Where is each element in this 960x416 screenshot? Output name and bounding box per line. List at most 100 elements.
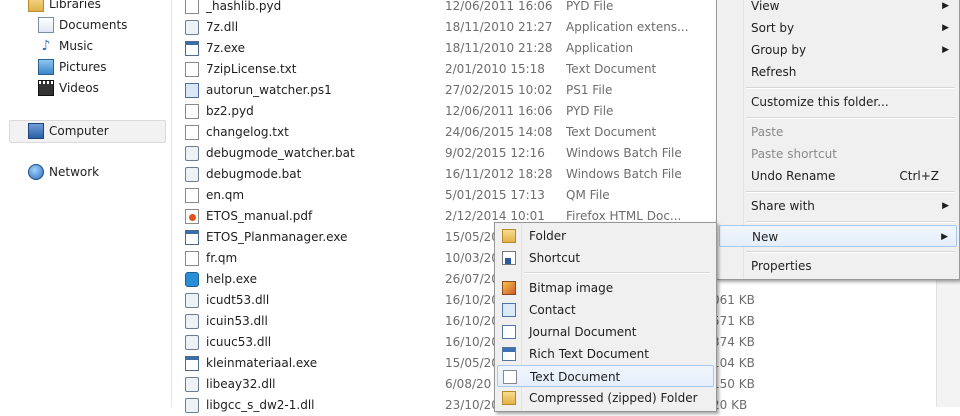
nav-documents[interactable]: Documents xyxy=(38,15,127,36)
libraries-icon xyxy=(28,0,44,12)
file-type: PYD File xyxy=(566,104,614,118)
file-name: 7zipLicense.txt xyxy=(206,62,297,76)
menu-item-label: Rich Text Document xyxy=(529,347,649,361)
file-date: 12/06/2011 16:06 xyxy=(445,0,553,13)
menu-item-view[interactable]: View ▶ xyxy=(719,0,957,17)
nav-documents-label: Documents xyxy=(59,18,128,32)
file-type: Application xyxy=(566,41,634,55)
new-text-document-item[interactable]: Text Document xyxy=(497,365,714,387)
file-name: en.qm xyxy=(206,188,245,202)
new-zip-folder-item[interactable]: Compressed (zipped) Folder xyxy=(497,387,714,409)
menu-item-label: Folder xyxy=(529,229,567,243)
menu-item-label: Bitmap image xyxy=(529,281,614,295)
menu-item-new[interactable]: New ▶ xyxy=(719,225,957,247)
file-name: kleinmateriaal.exe xyxy=(206,356,318,370)
menu-item-label: Share with xyxy=(751,199,815,213)
nav-pictures[interactable]: Pictures xyxy=(38,57,107,78)
file-type: QM File xyxy=(566,188,610,202)
file-name: ETOS_Planmanager.exe xyxy=(206,230,348,244)
nav-music[interactable]: ♪ Music xyxy=(38,36,94,57)
menu-item-label: View xyxy=(751,0,780,13)
menu-item-properties[interactable]: Properties xyxy=(719,255,957,277)
file-date: 18/11/2010 21:28 xyxy=(445,41,553,55)
nav-videos-label: Videos xyxy=(59,81,99,95)
nav-music-label: Music xyxy=(59,39,94,53)
menu-item-sort-by[interactable]: Sort by ▶ xyxy=(719,17,957,39)
nav-network-label: Network xyxy=(49,165,100,179)
menu-item-label: New xyxy=(752,230,779,244)
file-date: 6/08/20 xyxy=(445,377,492,391)
new-journal-item[interactable]: Journal Document xyxy=(497,321,714,343)
menu-item-label: Compressed (zipped) Folder xyxy=(529,391,698,405)
file-name: autorun_watcher.ps1 xyxy=(206,83,332,97)
file-date: 2/01/2010 15:18 xyxy=(445,62,545,76)
dll-icon xyxy=(185,293,199,308)
new-contact-item[interactable]: Contact xyxy=(497,299,714,321)
rich-text-icon xyxy=(502,347,516,361)
text-file-icon xyxy=(185,62,199,77)
file-size: 20 KB xyxy=(712,398,748,412)
file-type: PYD File xyxy=(566,0,614,13)
nav-libraries[interactable]: Libraries xyxy=(28,0,101,15)
file-name: _hashlib.pyd xyxy=(206,0,282,13)
nav-computer[interactable]: Computer xyxy=(9,120,166,143)
vertical-scrollbar[interactable] xyxy=(936,280,960,407)
text-document-icon xyxy=(503,370,517,384)
menu-item-label: Properties xyxy=(751,259,812,273)
dll-icon xyxy=(185,335,199,350)
file-size: 061 KB xyxy=(712,293,755,307)
menu-item-undo-rename[interactable]: Undo Rename Ctrl+Z xyxy=(719,165,957,187)
nav-network[interactable]: Network xyxy=(28,162,99,183)
file-size: 571 KB xyxy=(712,314,755,328)
file-name: libgcc_s_dw2-1.dll xyxy=(206,398,315,412)
computer-icon xyxy=(28,122,44,139)
file-name: bz2.pyd xyxy=(206,104,254,118)
menu-item-group-by[interactable]: Group by ▶ xyxy=(719,39,957,61)
file-date: 23/10/20 xyxy=(445,398,499,412)
menu-item-paste: Paste xyxy=(719,121,957,143)
menu-item-share-with[interactable]: Share with ▶ xyxy=(719,195,957,217)
file-name: 7z.dll xyxy=(206,20,239,34)
bitmap-icon xyxy=(502,281,516,295)
file-date: 27/02/2015 10:02 xyxy=(445,83,553,97)
file-date: 16/10/20 xyxy=(445,314,499,328)
menu-item-label: Refresh xyxy=(751,65,797,79)
file-date: 16/11/2012 18:28 xyxy=(445,167,553,181)
menu-item-label: Shortcut xyxy=(529,251,581,265)
dll-icon xyxy=(185,314,199,329)
exe-icon xyxy=(185,356,199,371)
file-icon xyxy=(185,104,199,119)
shortcut-icon xyxy=(502,251,516,265)
file-type: Text Document xyxy=(566,125,657,139)
nav-pictures-label: Pictures xyxy=(59,60,107,74)
new-shortcut-item[interactable]: Shortcut xyxy=(497,247,714,269)
file-date: 10/03/20 xyxy=(445,251,499,265)
new-folder-item[interactable]: Folder xyxy=(497,225,714,247)
new-rich-text-item[interactable]: Rich Text Document xyxy=(497,343,714,365)
submenu-arrow-icon: ▶ xyxy=(942,201,949,211)
menu-item-customize-folder[interactable]: Customize this folder... xyxy=(719,91,957,113)
menu-separator xyxy=(746,117,955,119)
file-date: 9/02/2015 12:16 xyxy=(445,146,545,160)
menu-item-refresh[interactable]: Refresh xyxy=(719,61,957,83)
file-date: 12/06/2011 16:06 xyxy=(445,104,553,118)
file-date: 15/05/20 xyxy=(445,230,499,244)
menu-item-label: Journal Document xyxy=(529,325,637,339)
menu-item-shortcut: Ctrl+Z xyxy=(899,169,939,183)
navigation-pane: Libraries Documents ♪ Music Pictures Vide… xyxy=(0,0,172,407)
file-size: 374 KB xyxy=(712,335,755,349)
new-bitmap-item[interactable]: Bitmap image xyxy=(497,277,714,299)
submenu-arrow-icon: ▶ xyxy=(942,23,949,33)
file-date: 16/10/20 xyxy=(445,335,499,349)
file-type: Windows Batch File xyxy=(566,146,682,160)
powershell-icon xyxy=(185,83,199,98)
file-type: PS1 File xyxy=(566,83,613,97)
file-date: 18/11/2010 21:27 xyxy=(445,20,553,34)
file-date: 26/07/20 xyxy=(445,272,499,286)
zip-folder-icon xyxy=(502,391,516,405)
text-file-icon xyxy=(185,125,199,140)
nav-videos[interactable]: Videos xyxy=(38,78,99,99)
file-name: changelog.txt xyxy=(206,125,289,139)
dll-icon xyxy=(185,20,199,35)
file-type: Windows Batch File xyxy=(566,167,682,181)
